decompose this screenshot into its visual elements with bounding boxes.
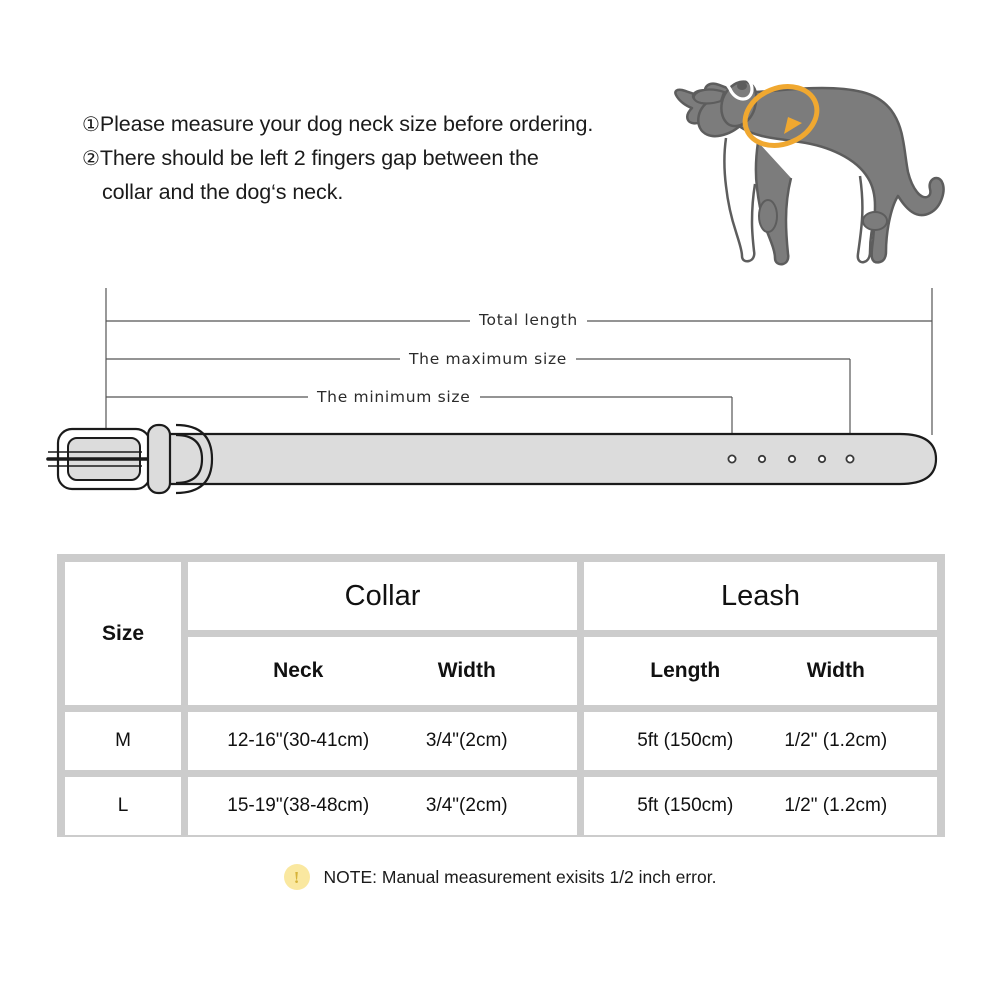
table-cell-size: M: [65, 712, 181, 770]
belt-strap: [94, 432, 938, 486]
size-table: Size Collar Leash Neck Width Length Widt…: [57, 554, 945, 837]
instruction-text-2: There should be left 2 fingers gap betwe…: [99, 146, 539, 170]
dimension-label-maximum-size: The maximum size: [400, 350, 577, 368]
note-block: ! NOTE: Manual measurement exisits 1/2 i…: [0, 864, 1000, 890]
instruction-item-2: ②There should be left 2 fingers gap betw…: [82, 142, 682, 176]
belt-keeper-loop: [146, 423, 172, 495]
table-group-header-row: Collar Leash: [188, 562, 937, 630]
instruction-item-2-continuation: collar and the dog‘s neck.: [102, 180, 344, 204]
table-cell-leash-length: 5ft (150cm): [637, 730, 734, 751]
table-cell-collar-width: 3/4"(2cm): [425, 730, 508, 751]
exclamation-icon: !: [283, 864, 310, 890]
table-cell-leash: 5ft (150cm) 1/2" (1.2cm): [584, 712, 937, 770]
table-group-collar: Collar: [188, 562, 577, 630]
table-cell-collar-width: 3/4"(2cm): [425, 795, 508, 816]
table-cell-collar: 15-19"(38-48cm) 3/4"(2cm): [188, 777, 577, 835]
table-cell-leash-length: 5ft (150cm): [637, 795, 734, 816]
table-subheader-leash: Length Width: [584, 637, 937, 705]
instruction-text-1: Please measure your dog neck size before…: [99, 112, 594, 136]
table-cell-leash-width: 1/2" (1.2cm): [784, 795, 888, 816]
table-cell-collar-neck: 15-19"(38-48cm): [227, 795, 370, 816]
instruction-marker-1: ①: [82, 114, 100, 136]
table-subheader-collar-width: Width: [437, 659, 496, 682]
belt-buckle: [46, 427, 154, 491]
table-subheader-leash-length: Length: [650, 659, 721, 682]
table-cell-collar-neck: 12-16"(30-41cm): [227, 730, 370, 751]
table-row: L 15-19"(38-48cm) 3/4"(2cm) 5ft (150cm) …: [65, 777, 937, 835]
table-cell-leash-width: 1/2" (1.2cm): [784, 730, 888, 751]
instruction-item-1: ①Please measure your dog neck size befor…: [82, 108, 682, 142]
table-subheader-leash-width: Width: [806, 659, 865, 682]
table-cell-collar: 12-16"(30-41cm) 3/4"(2cm): [188, 712, 577, 770]
table-cell-leash: 5ft (150cm) 1/2" (1.2cm): [584, 777, 937, 835]
table-subheader-row: Neck Width Length Width: [188, 637, 937, 705]
size-chart-page: ①Please measure your dog neck size befor…: [0, 0, 1000, 1000]
dimension-label-total-length: Total length: [470, 311, 587, 329]
note-text: NOTE: Manual measurement exisits 1/2 inc…: [323, 866, 717, 887]
table-row: M 12-16"(30-41cm) 3/4"(2cm) 5ft (150cm) …: [65, 712, 937, 770]
dimension-label-minimum-size: The minimum size: [308, 388, 480, 406]
dog-illustration: [662, 46, 962, 281]
dog-silhouette-icon: [674, 75, 945, 266]
instruction-marker-2: ②: [82, 148, 100, 170]
table-cell-size: L: [65, 777, 181, 835]
table-subheader-collar: Neck Width: [188, 637, 577, 705]
table-header-size: Size: [65, 562, 181, 705]
table-subheader-collar-neck: Neck: [273, 659, 324, 682]
instructions-block: ①Please measure your dog neck size befor…: [82, 108, 682, 209]
table-group-leash: Leash: [584, 562, 937, 630]
